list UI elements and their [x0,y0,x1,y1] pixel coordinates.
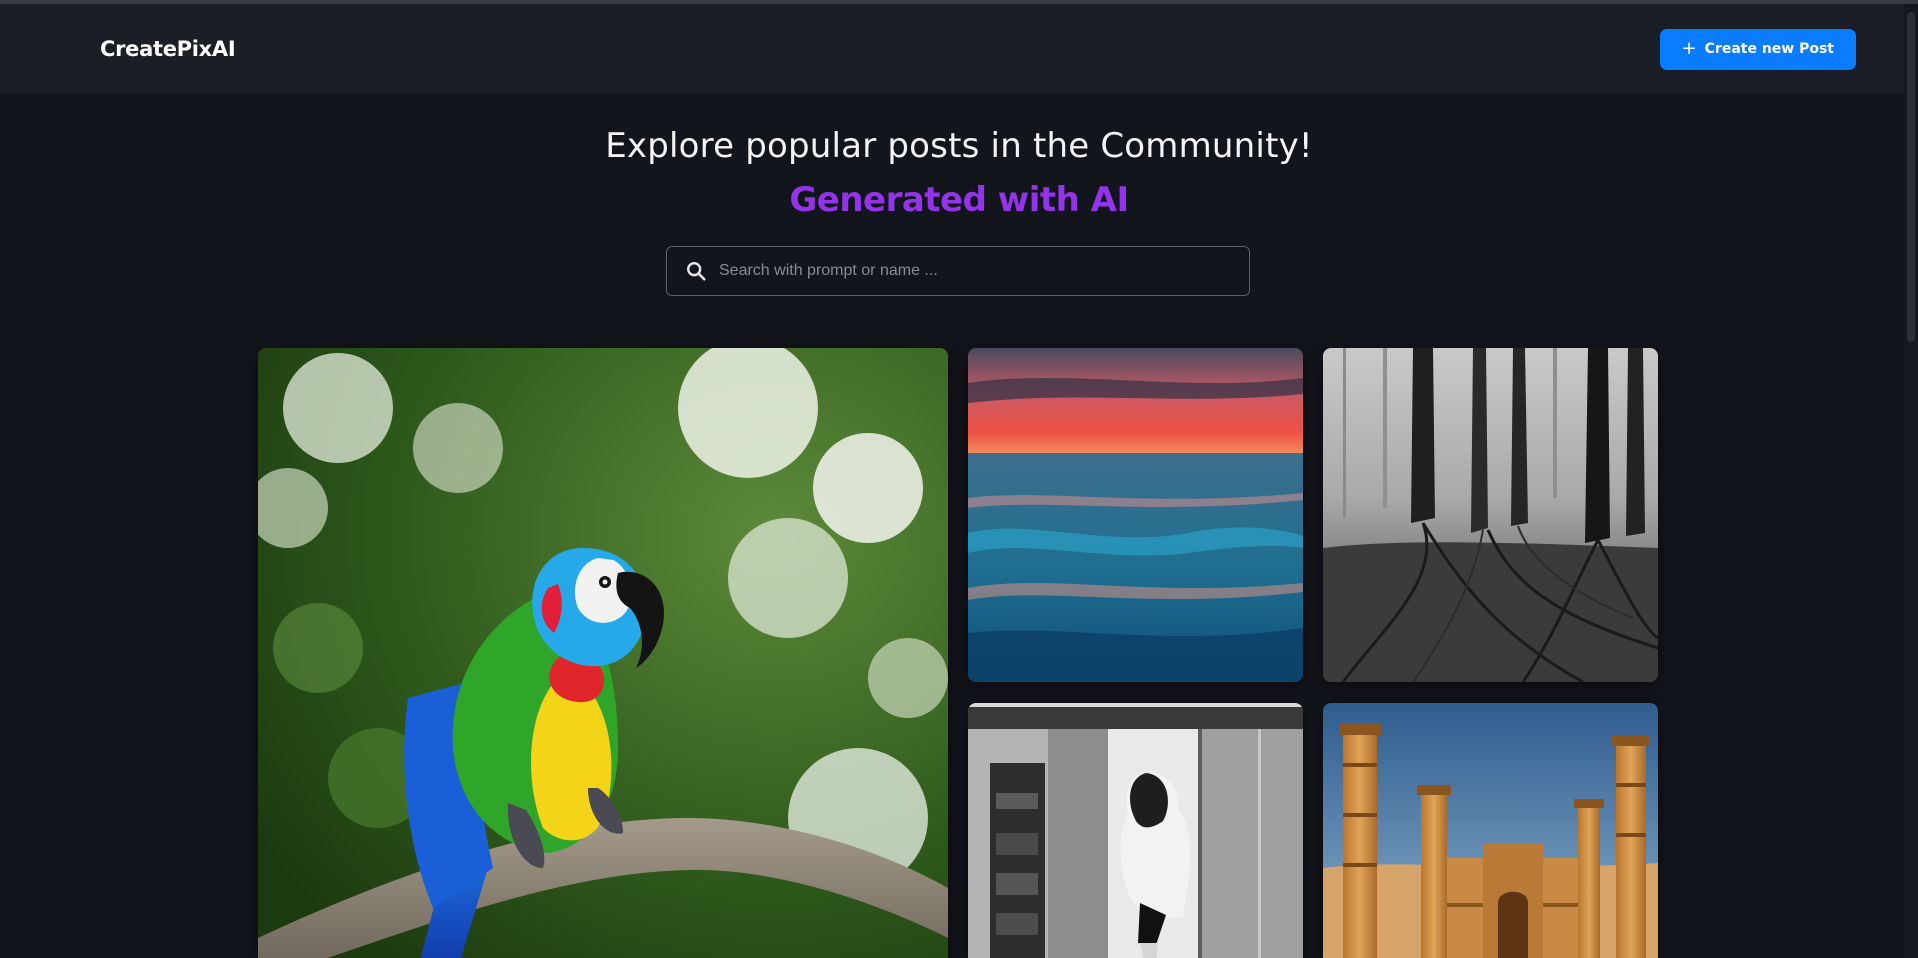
post-card-woman-doorway[interactable] [968,703,1303,958]
post-card-desert-minarets[interactable] [1323,703,1658,958]
create-new-post-button[interactable]: + Create new Post [1659,28,1856,70]
post-image-woman-doorway [968,703,1303,958]
site-header: CreatePixAI + Create new Post [0,4,1904,94]
search-bar[interactable] [666,246,1250,296]
plus-icon: + [1681,38,1697,59]
post-image-desert-minarets [1323,703,1658,958]
page-subtitle: Generated with AI [789,180,1129,220]
search-icon [687,262,706,281]
scrollbar-thumb[interactable] [1907,12,1915,342]
post-card-parrot[interactable] [258,348,948,958]
post-card-foggy-forest[interactable] [1323,348,1658,682]
app-logo[interactable]: CreatePixAI [100,37,236,61]
hero-section: Explore popular posts in the Community! … [0,126,1918,220]
search-input[interactable] [719,262,1249,280]
post-image-parrot [258,348,948,958]
post-card-ocean-sunset[interactable] [968,348,1303,682]
post-image-ocean-sunset [968,348,1303,682]
page-scrollbar[interactable] [1904,4,1918,958]
page-title: Explore popular posts in the Community! [605,126,1313,166]
post-image-foggy-forest [1323,348,1658,682]
create-new-post-label: Create new Post [1704,41,1834,57]
